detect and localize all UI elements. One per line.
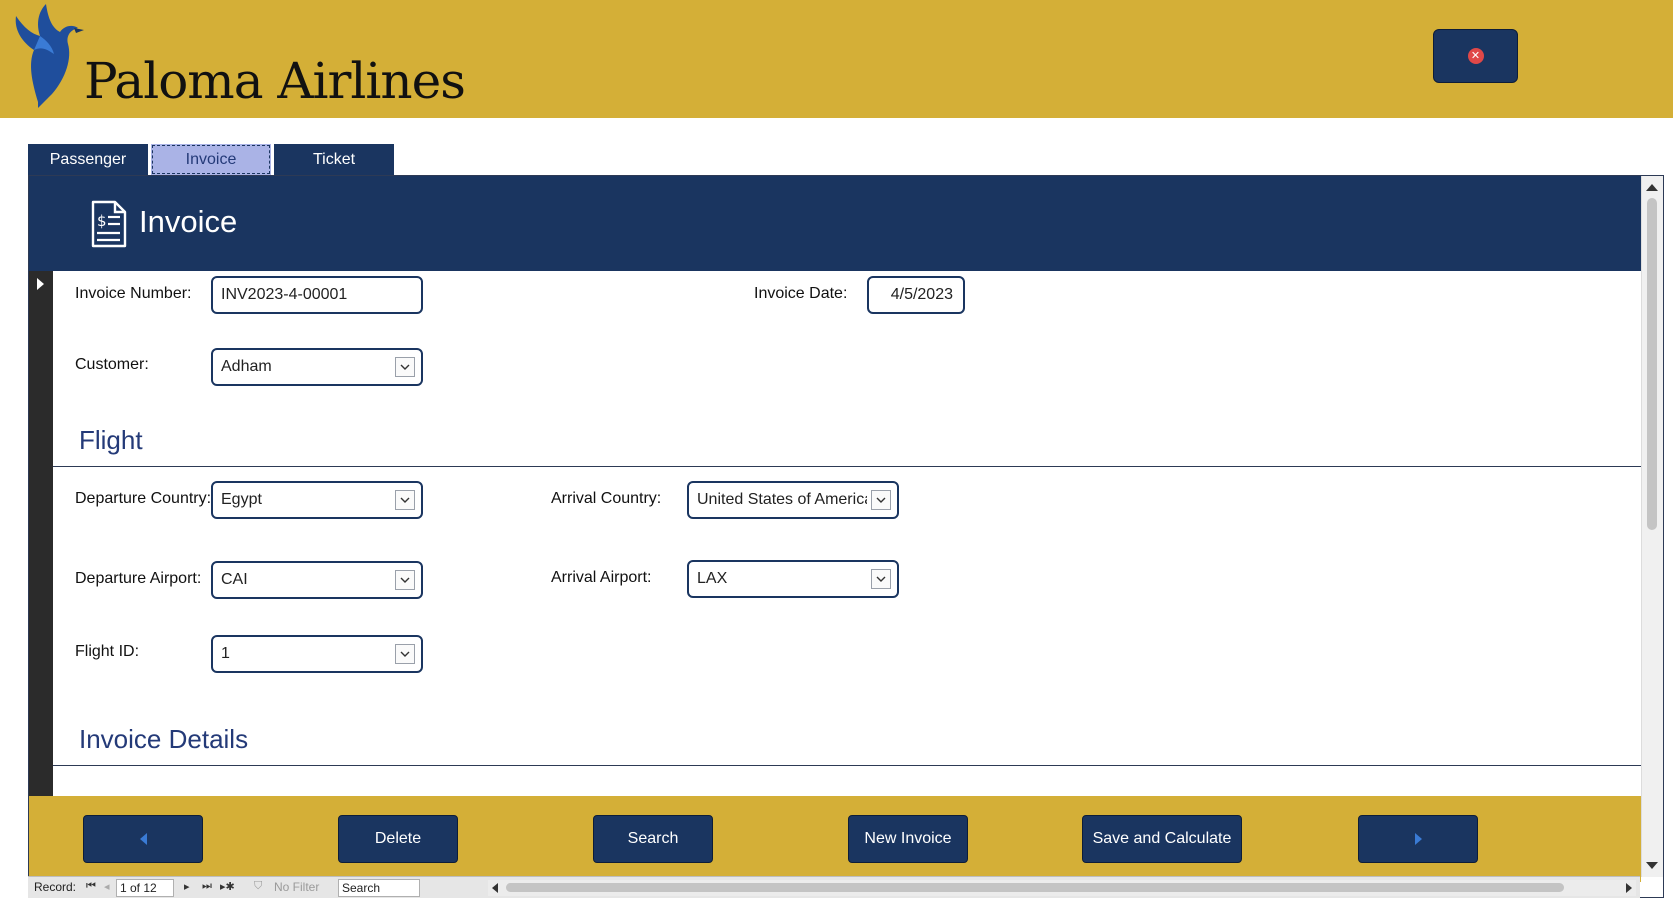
dove-logo-icon [15,4,84,108]
invoice-details-section-title: Invoice Details [79,724,249,754]
record-label: Record: [34,880,77,894]
customer-combo[interactable]: Adham [211,348,423,386]
prev-record-icon[interactable]: ◂ [104,880,110,893]
form-tabs: Passenger Invoice Ticket [28,144,394,175]
arrival-airport-dropdown-button[interactable] [871,569,891,589]
departure-country-label: Departure Country: [75,490,212,507]
flight-section-divider [53,466,1641,467]
record-navigation-bar: Record: ⏮ ◂ 1 of 12 ▸ ⏭ ▸✱ ⛉ No Filter S… [28,876,1640,898]
filter-status[interactable]: No Filter [274,880,319,894]
page-title: Invoice [139,204,238,239]
tab-passenger[interactable]: Passenger [28,144,148,175]
departure-country-combo[interactable]: Egypt [211,481,423,519]
current-record-icon [37,278,44,290]
chevron-down-icon [876,497,886,503]
close-form-button[interactable]: ✕ [1433,29,1518,83]
app-banner: Paloma Airlines ✕ [0,0,1673,118]
tab-ticket[interactable]: Ticket [274,144,394,175]
flight-id-combo[interactable]: 1 [211,635,423,673]
scroll-up-icon[interactable] [1646,184,1658,191]
chevron-down-icon [400,497,410,503]
next-record-icon[interactable]: ▸ [184,880,190,893]
brand-logo-text: Paloma Airlines [84,52,466,110]
record-position-field[interactable]: 1 of 12 [116,879,174,897]
arrival-country-label: Arrival Country: [551,490,662,507]
horizontal-scrollbar[interactable] [488,880,1636,896]
flight-id-dropdown-button[interactable] [395,644,415,664]
invoice-document-icon: $ [91,200,127,248]
arrow-right-icon [1414,833,1422,845]
vertical-scroll-thumb[interactable] [1647,198,1657,530]
departure-country-dropdown-button[interactable] [395,490,415,510]
invoice-number-label: Invoice Number: [75,285,192,302]
flight-section-title: Flight [79,425,143,455]
departure-airport-label: Departure Airport: [75,570,202,587]
arrow-left-icon [139,833,147,845]
vertical-scrollbar[interactable] [1641,176,1663,877]
tab-invoice[interactable]: Invoice [151,144,271,175]
last-record-icon[interactable]: ⏭ [202,880,212,893]
record-selector[interactable] [29,271,53,883]
chevron-down-icon [400,577,410,583]
invoice-date-label: Invoice Date: [754,285,848,302]
chevron-down-icon [400,364,410,370]
scroll-right-icon[interactable] [1626,883,1632,893]
chevron-down-icon [400,651,410,657]
previous-record-button[interactable] [83,815,203,863]
customer-label: Customer: [75,356,149,373]
save-and-calculate-button[interactable]: Save and Calculate [1082,815,1242,863]
chevron-down-icon [876,576,886,582]
invoice-details-divider [53,765,1641,766]
close-icon: ✕ [1467,48,1484,64]
arrival-country-combo[interactable]: United States of America [687,481,899,519]
flight-id-label: Flight ID: [75,643,140,660]
form-header: $ Invoice [29,176,1641,271]
customer-dropdown-button[interactable] [395,357,415,377]
scroll-left-icon[interactable] [492,883,498,893]
form-footer: Delete Search New Invoice Save and Calcu… [29,796,1641,882]
svg-text:$: $ [97,212,107,230]
search-button[interactable]: Search [593,815,713,863]
departure-airport-dropdown-button[interactable] [395,570,415,590]
arrival-airport-combo[interactable]: LAX [687,560,899,598]
invoice-form: $ Invoice Invoice Number: INV2023-4-0000… [28,175,1664,898]
next-record-button[interactable] [1358,815,1478,863]
scroll-down-icon[interactable] [1646,862,1658,869]
new-invoice-button[interactable]: New Invoice [848,815,968,863]
horizontal-scroll-thumb[interactable] [506,883,1564,892]
delete-button[interactable]: Delete [338,815,458,863]
invoice-date-field[interactable]: 4/5/2023 [867,276,965,314]
filter-icon: ⛉ [254,880,263,892]
arrival-country-dropdown-button[interactable] [871,490,891,510]
new-record-icon[interactable]: ▸✱ [220,880,235,893]
first-record-icon[interactable]: ⏮ [86,880,96,893]
arrival-airport-label: Arrival Airport: [551,569,652,586]
invoice-number-field[interactable]: INV2023-4-00001 [211,276,423,314]
departure-airport-combo[interactable]: CAI [211,561,423,599]
search-input[interactable]: Search [338,879,420,897]
